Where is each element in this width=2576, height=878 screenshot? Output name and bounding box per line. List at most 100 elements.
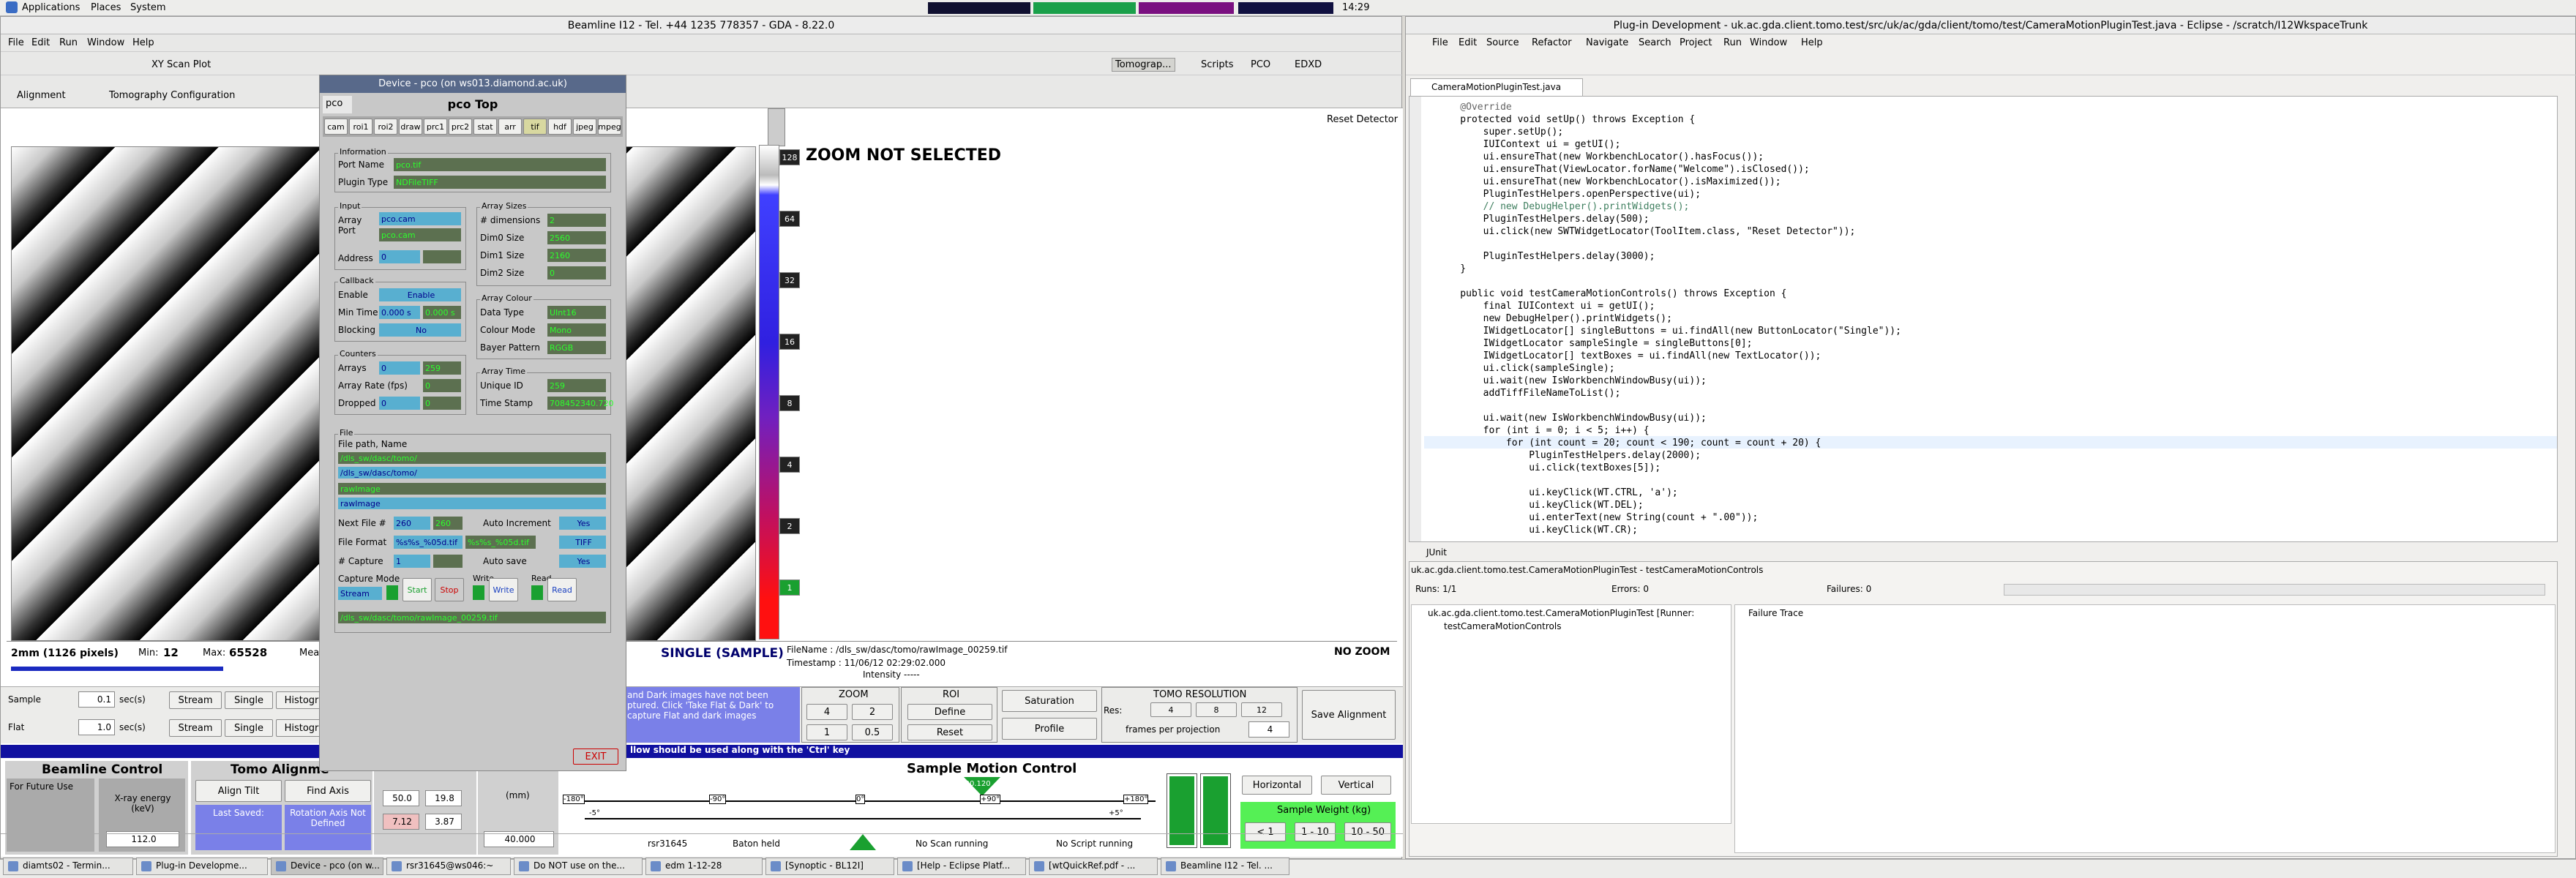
zoom-2-button[interactable]: 2 — [852, 704, 893, 720]
perspective-tomography[interactable]: Tomograp... — [1112, 58, 1175, 72]
menu-help[interactable]: Help — [132, 37, 154, 48]
code-line[interactable]: ui.ensureThat(ViewLocator.forName("Welco… — [1437, 163, 2550, 176]
code-line[interactable]: ui.keyClick(WT.DEL); — [1437, 499, 2550, 511]
code-line[interactable]: super.setUp(); — [1437, 126, 2550, 138]
flat-exposure-input[interactable]: 1.0 — [78, 719, 115, 735]
array-port-input[interactable]: pco.cam — [379, 212, 461, 225]
menu-window[interactable]: Window — [87, 37, 124, 48]
value-7-12[interactable]: 7.12 — [383, 814, 419, 830]
perspective-pco[interactable]: PCO — [1251, 59, 1270, 70]
code-line[interactable]: ui.keyClick(WT.CTRL, 'a'); — [1437, 487, 2550, 499]
junit-tree-child[interactable]: testCameraMotionControls — [1444, 621, 1561, 631]
enable-menu[interactable]: Enable — [379, 288, 461, 301]
find-axis-button[interactable]: Find Axis — [285, 780, 371, 802]
code-line[interactable]: ui.wait(new IsWorkbenchWindowBusy(ui)); — [1437, 375, 2550, 387]
next-file-input[interactable]: 260 — [394, 517, 430, 530]
clock[interactable]: 14:29 — [1342, 2, 1369, 13]
arrays-input[interactable]: 0 — [379, 361, 420, 375]
menu-edit[interactable]: Edit — [31, 37, 50, 48]
code-line[interactable]: PluginTestHelpers.delay(3000); — [1437, 250, 2550, 263]
code-line[interactable]: PluginTestHelpers.delay(500); — [1437, 213, 2550, 225]
code-editor[interactable]: @Override protected void setUp() throws … — [1409, 96, 2558, 542]
zoom-1-button[interactable]: 1 — [806, 724, 847, 740]
fpp-input[interactable]: 4 — [1248, 721, 1289, 738]
code-line[interactable]: addTiffFileNameToList(); — [1437, 387, 2550, 399]
capture-stop-button[interactable]: Stop — [435, 578, 464, 601]
save-alignment-button[interactable]: Save Alignment — [1302, 690, 1396, 740]
code-line[interactable]: new DebugHelper().printWidgets(); — [1437, 312, 2550, 325]
exit-button[interactable]: EXIT — [573, 748, 618, 765]
eclipse-menu-project[interactable]: Project — [1680, 37, 1712, 48]
code-line[interactable]: PluginTestHelpers.openPerspective(ui); — [1437, 188, 2550, 200]
code-line[interactable]: for (int count = 20; count < 190; count … — [1437, 437, 2550, 449]
plugin-arr-button[interactable]: arr — [498, 119, 522, 135]
task-eclipse[interactable]: Plug-in Developme... — [136, 858, 268, 875]
system-menu[interactable]: System — [130, 2, 165, 13]
roi-reset-button[interactable]: Reset — [907, 724, 992, 740]
address-input[interactable]: 0 — [379, 250, 420, 263]
value-50[interactable]: 50.0 — [383, 790, 419, 806]
capture-mode-menu[interactable]: Stream — [338, 587, 382, 600]
code-line[interactable]: PluginTestHelpers.delay(2000); — [1437, 449, 2550, 462]
menu-run[interactable]: Run — [59, 37, 78, 48]
res-4-button[interactable]: 4 — [1150, 702, 1191, 717]
code-line[interactable]: IWidgetLocator sampleSingle = singleButt… — [1437, 337, 2550, 350]
res-12-button[interactable]: 12 — [1241, 702, 1282, 717]
blocking-menu[interactable]: No — [379, 323, 461, 337]
plugin-prc2-button[interactable]: prc2 — [449, 119, 472, 135]
flat-single-button[interactable]: Single — [225, 719, 273, 737]
code-line[interactable]: } — [1437, 263, 2550, 275]
perspective-scripts[interactable]: Scripts — [1201, 59, 1233, 70]
code-line[interactable]: ui.ensureThat(new WorkbenchLocator().isM… — [1437, 176, 2550, 188]
code-line[interactable]: ui.click(textBoxes[5]); — [1437, 462, 2550, 474]
read-button[interactable]: Read — [547, 578, 577, 601]
task-do-not-use[interactable]: Do NOT use on the... — [514, 858, 643, 875]
code-line[interactable]: ui.wait(new IsWorkbenchWindowBusy(ui)); — [1437, 412, 2550, 424]
junit-tree-root[interactable]: uk.ac.gda.client.tomo.test.CameraMotionP… — [1428, 608, 1694, 618]
plugin-tif-button[interactable]: tif — [523, 119, 547, 135]
code-line[interactable]: ui.click(new SWTWidgetLocator(ToolItem.c… — [1437, 225, 2550, 238]
tab-alignment[interactable]: Alignment — [17, 90, 66, 101]
perspective-edxd[interactable]: EDXD — [1295, 59, 1322, 70]
res-8-button[interactable]: 8 — [1196, 702, 1237, 717]
eclipse-menu-source[interactable]: Source — [1486, 37, 1519, 48]
foot-icon[interactable] — [6, 1, 18, 13]
value-3-87[interactable]: 3.87 — [425, 814, 462, 830]
editor-tab[interactable]: CameraMotionPluginTest.java — [1410, 78, 1583, 96]
code-line[interactable]: ui.keyClick(WT.CR); — [1437, 524, 2550, 536]
task-gda[interactable]: Beamline I12 - Tel. ... — [1161, 858, 1289, 875]
code-line[interactable]: @Override — [1437, 101, 2550, 113]
auto-increment-menu[interactable]: Yes — [559, 517, 606, 530]
eclipse-menu-navigate[interactable]: Navigate — [1586, 37, 1628, 48]
horizontal-button[interactable]: Horizontal — [1242, 776, 1312, 795]
plugin-roi2-button[interactable]: roi2 — [374, 119, 397, 135]
code-line[interactable] — [1437, 474, 2550, 487]
value-19-8[interactable]: 19.8 — [425, 790, 462, 806]
code-line[interactable] — [1437, 275, 2550, 288]
xy-scan-plot-button[interactable]: XY Scan Plot — [151, 59, 211, 70]
align-tilt-button[interactable]: Align Tilt — [195, 780, 282, 802]
profile-button[interactable]: Profile — [1002, 718, 1097, 740]
plugin-jpeg-button[interactable]: jpeg — [573, 119, 596, 135]
task-terminal-diamts02[interactable]: diamts02 - Termin... — [3, 858, 133, 875]
eclipse-menu-search[interactable]: Search — [1639, 37, 1671, 48]
menu-file[interactable]: File — [8, 37, 24, 48]
task-eclipse-help[interactable]: [Help - Eclipse Platf... — [897, 858, 1026, 875]
code-line[interactable]: ui.enterText(new String(count + ".00")); — [1437, 511, 2550, 524]
task-pco-device[interactable]: Device - pco (on w... — [271, 858, 383, 875]
eclipse-menu-edit[interactable]: Edit — [1459, 37, 1477, 48]
pco-tab[interactable]: pco — [323, 96, 352, 113]
code-line[interactable]: for (int i = 0; i < 5; i++) { — [1437, 424, 2550, 437]
task-terminal-ws046[interactable]: rsr31645@ws046:~ — [386, 858, 511, 875]
code-line[interactable]: IUIContext ui = getUI(); — [1437, 138, 2550, 151]
code-line[interactable]: final IUIContext ui = getUI(); — [1437, 300, 2550, 312]
code-line[interactable] — [1437, 238, 2550, 250]
eclipse-menu-window[interactable]: Window — [1750, 37, 1787, 48]
plugin-draw-button[interactable]: draw — [399, 119, 422, 135]
capture-start-button[interactable]: Start — [402, 578, 432, 601]
capture-count-input[interactable]: 1 — [394, 555, 430, 568]
code-line[interactable]: ui.ensureThat(new WorkbenchLocator().has… — [1437, 151, 2550, 163]
sample-exposure-input[interactable]: 0.1 — [78, 691, 115, 708]
file-format-input[interactable]: %s%s_%05d.tif — [394, 536, 463, 549]
task-edm[interactable]: edm 1-12-28 — [645, 858, 763, 875]
